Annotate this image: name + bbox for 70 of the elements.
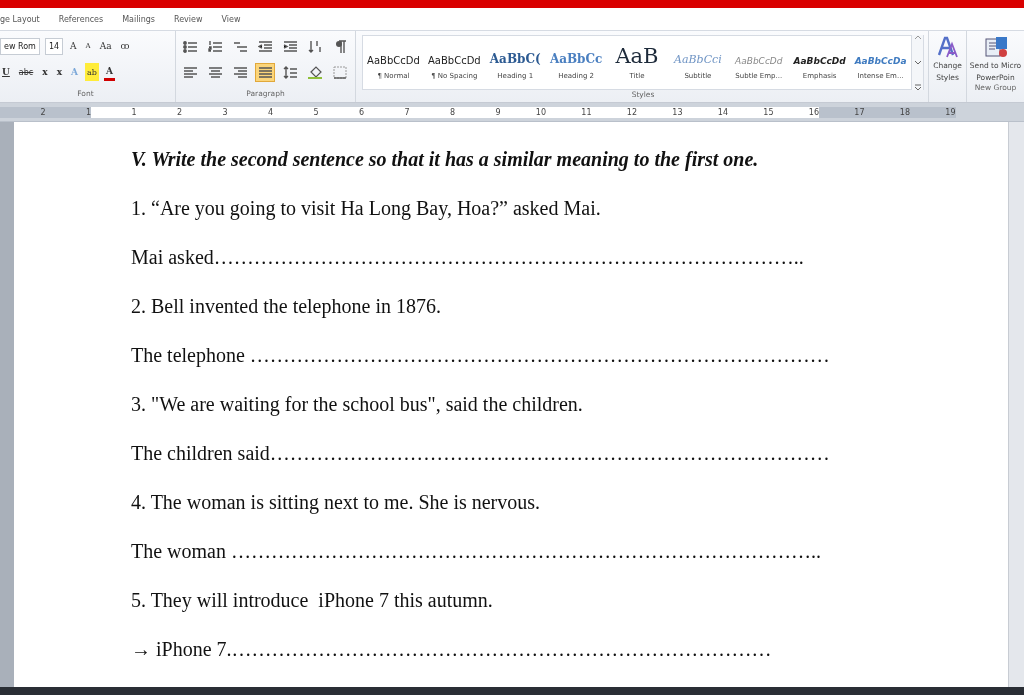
letters-icon: [936, 35, 959, 59]
ruler[interactable]: 2 1 1 2 3 4 5 6 7 8 9 10 11 12 13 14 15 16 17 18 19: [0, 103, 1024, 122]
pilcrow-icon: [333, 39, 347, 53]
document-line: Mai asked……………………………………………………………………………..: [131, 245, 805, 270]
font-size-field[interactable]: 14: [44, 37, 64, 55]
ruler-number: 9: [494, 107, 501, 117]
ribbon-tab[interactable]: Review: [174, 14, 214, 24]
ruler-number: 19: [944, 107, 956, 117]
ruler-number: 2: [175, 107, 182, 117]
highlight-button[interactable]: ab: [85, 63, 99, 81]
vertical-scrollbar[interactable]: [1008, 122, 1024, 687]
decrease-indent-icon: [258, 39, 272, 53]
align-right-icon: [233, 65, 247, 79]
font-color-button[interactable]: A: [103, 63, 115, 81]
ruler-number: 1: [84, 107, 91, 117]
document-line: 5. They will introduce iPhone 7 this autumn.: [131, 588, 494, 614]
ruler-number: 1: [130, 107, 137, 117]
document-line: The children said…………………………………………………………………………: [131, 441, 831, 466]
ruler-number: 17: [853, 107, 865, 117]
ruler-number: 11: [580, 107, 592, 117]
ribbon-tab[interactable]: Mailings: [122, 14, 166, 24]
font-name-field[interactable]: ew Rom: [0, 37, 40, 55]
scroll-down-icon[interactable]: [913, 59, 922, 65]
align-left-icon: [183, 65, 197, 79]
change-case-button[interactable]: Aa: [97, 37, 114, 55]
strikethrough-button[interactable]: abc: [16, 63, 36, 81]
grow-font-button[interactable]: A: [68, 37, 79, 55]
justify-icon: [258, 65, 272, 79]
justify-button[interactable]: [255, 62, 275, 82]
exercise-heading: V. Write the second sentence so that it has a similar meaning to the first one.: [131, 147, 760, 173]
document-line: The woman ……………………………………………………………………………..: [131, 539, 822, 564]
document-line: The telephone ……………………………………………………………………………: [131, 343, 831, 369]
ruler-number: 3: [221, 107, 228, 117]
ribbon-tab[interactable]: References: [58, 14, 115, 24]
ruler-number: 2: [39, 107, 46, 117]
bullets-icon: [183, 39, 197, 53]
ruler-number: 18: [898, 107, 910, 117]
ruler-number: 13: [671, 107, 683, 117]
borders-icon: [333, 65, 347, 79]
clear-format-button[interactable]: ꝏ: [118, 37, 132, 55]
superscript-button[interactable]: x: [54, 63, 64, 81]
ruler-number: 7: [403, 107, 410, 117]
subscript-button[interactable]: x: [40, 63, 50, 81]
sort-icon: [308, 39, 322, 53]
document-line: 1. “Are you going to visit Ha Long Bay, Hoa?” asked Mai.: [131, 196, 602, 222]
paint-bucket-icon: [308, 65, 322, 79]
line-spacing-icon: [283, 65, 297, 79]
multilevel-list-icon: [233, 39, 247, 53]
ruler-number: 10: [534, 107, 546, 117]
ruler-number: 8: [448, 107, 455, 117]
document-icon: [982, 35, 1009, 59]
ruler-number: 15: [762, 107, 774, 117]
ruler-number: 5: [312, 107, 319, 117]
document-line: 3. "We are waiting for the school bus", said the children.: [131, 392, 584, 418]
increase-indent-icon: [283, 39, 297, 53]
scroll-up-icon[interactable]: [913, 35, 922, 40]
ruler-number: 4: [266, 107, 273, 117]
document-line: → iPhone 7.………………………………………………………………………: [131, 637, 773, 662]
ruler-number: 16: [807, 107, 819, 117]
ruler-number: 6: [357, 107, 364, 117]
ribbon-tab[interactable]: ge Layout: [0, 14, 51, 24]
more-icon[interactable]: [913, 84, 922, 90]
ruler-number: 12: [625, 107, 637, 117]
ruler-number: 14: [716, 107, 728, 117]
underline-button[interactable]: U: [0, 63, 12, 81]
numbering-icon: [208, 39, 222, 53]
document-line: 2. Bell invented the telephone in 1876.: [131, 294, 442, 320]
ribbon-tab[interactable]: View: [221, 14, 252, 24]
document-line: 4. The woman is sitting next to me. She is nervous.: [131, 490, 542, 516]
align-center-icon: [208, 65, 222, 79]
